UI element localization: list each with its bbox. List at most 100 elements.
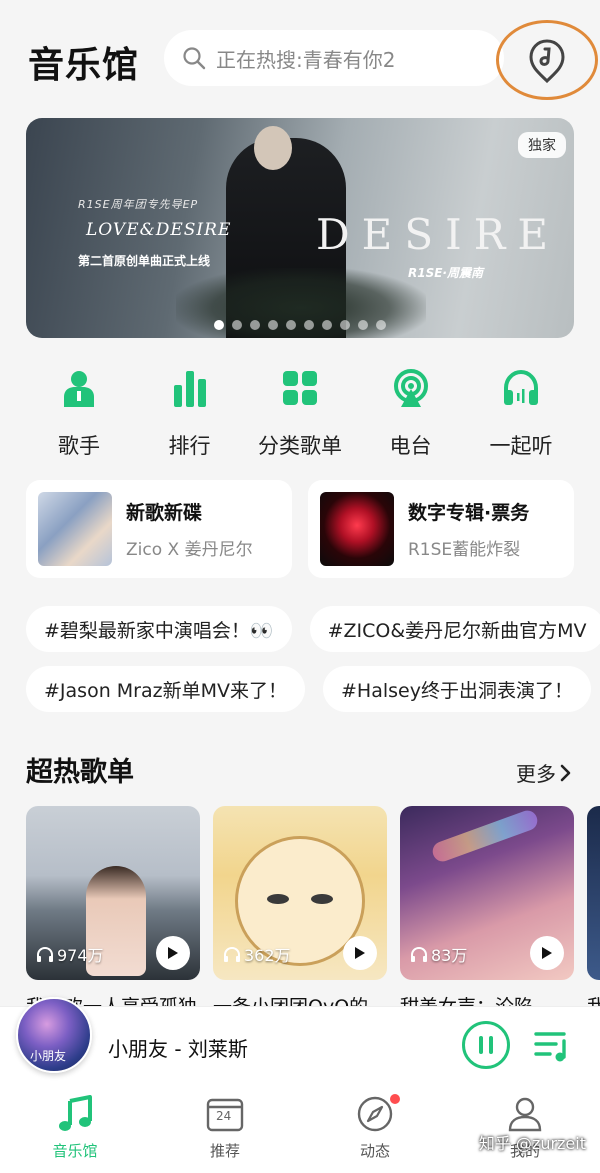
promo-banner[interactable]: R1SE周年团专先导EP LOVE&DESIRE 第二首原创单曲正式上线 DES…: [26, 118, 574, 338]
banner-artist-head: [254, 126, 292, 170]
new-releases-card[interactable]: 新歌新碟 Zico X 姜丹尼尔: [26, 480, 292, 578]
play-icon: [355, 947, 365, 959]
now-playing-disc[interactable]: 小朋友: [16, 997, 92, 1073]
hot-topic-tags: #碧梨最新家中演唱会！👀 #ZICO&姜丹尼尔新曲官方MV #Jason Mra…: [26, 606, 600, 726]
tab-music-hall[interactable]: 音乐馆: [0, 1082, 150, 1173]
section-title: 超热歌单: [26, 757, 134, 788]
play-count-value: 362万: [244, 946, 291, 965]
playlist-queue-icon[interactable]: [534, 1029, 570, 1063]
header: 音乐馆 正在热搜:青春有你2: [0, 0, 600, 110]
pagination-dot: [232, 320, 242, 330]
compass-icon: [355, 1094, 395, 1134]
headphones-icon: [37, 946, 53, 962]
notification-dot: [390, 1094, 400, 1104]
now-playing-title: 小朋友 - 刘莱斯: [108, 1037, 248, 1061]
pagination-dot: [376, 320, 386, 330]
play-count: 83万: [410, 942, 467, 966]
category-nav: 歌手 排行 分类歌单 电台 一起听: [24, 366, 576, 460]
play-count: 974万: [36, 942, 104, 966]
card-subtitle: Zico X 姜丹尼尔: [126, 540, 253, 560]
watermark: 知乎 @zurzeit: [478, 1134, 586, 1153]
feature-cards: 新歌新碟 Zico X 姜丹尼尔 数字专辑·票务 R1SE蓄能炸裂: [26, 480, 574, 578]
card-title: 新歌新碟: [126, 502, 203, 524]
card-title: 数字专辑·票务: [408, 502, 530, 524]
music-recognize-button[interactable]: [496, 20, 598, 100]
pagination-dot: [268, 320, 278, 330]
mini-player[interactable]: 小朋友 小朋友 - 刘莱斯: [0, 997, 600, 1082]
tab-feed[interactable]: 动态: [300, 1082, 450, 1173]
play-button[interactable]: [156, 936, 190, 970]
playlist-cover: 362万: [213, 806, 387, 980]
pagination-dot: [250, 320, 260, 330]
pagination-dot: [358, 320, 368, 330]
play-button[interactable]: [343, 936, 377, 970]
playlist-cover: 83万: [400, 806, 574, 980]
digital-album-artwork: [320, 492, 394, 566]
tag-row: #碧梨最新家中演唱会！👀 #ZICO&姜丹尼尔新曲官方MV: [26, 606, 600, 652]
playlist-item[interactable]: 我: [587, 806, 600, 1019]
card-subtitle: R1SE蓄能炸裂: [408, 540, 521, 560]
chevron-right-icon: [560, 764, 571, 781]
calendar-icon: 24: [205, 1094, 245, 1134]
banner-subtitle-1: R1SE周年团专先导EP: [78, 198, 199, 211]
tab-recommend[interactable]: 24 推荐: [150, 1082, 300, 1173]
more-link[interactable]: 更多: [516, 758, 572, 787]
pagination-dot: [340, 320, 350, 330]
chart-bars-icon: [168, 366, 212, 410]
banner-subtitle-2: LOVE&DESIRE: [86, 220, 232, 240]
tab-label: 音乐馆: [52, 1142, 98, 1160]
banner-pagination: [26, 320, 574, 330]
pause-button[interactable]: [462, 1021, 510, 1069]
play-count-value: 974万: [57, 946, 104, 965]
playlist-cover: 974万: [26, 806, 200, 980]
exclusive-badge: 独家: [518, 132, 566, 158]
play-button[interactable]: [530, 936, 564, 970]
grid-icon: [278, 366, 322, 410]
banner-brand: R1SE·周震南: [408, 266, 483, 280]
category-listen-together[interactable]: 一起听: [466, 366, 576, 460]
playlist-carousel: 974万 我喜欢一人享受孤独 362万 一条小团团OvO的: [26, 806, 600, 1019]
headphones-icon: [411, 946, 427, 962]
topic-tag[interactable]: #Halsey终于出洞表演了！: [322, 666, 591, 712]
category-label: 排行: [168, 434, 211, 458]
category-label: 分类歌单: [258, 434, 342, 458]
headphones-icon: [224, 946, 240, 962]
play-icon: [168, 947, 178, 959]
tab-label: 动态: [359, 1142, 390, 1160]
tab-label: 推荐: [209, 1142, 240, 1160]
category-chart[interactable]: 排行: [135, 366, 245, 460]
category-radio[interactable]: 电台: [356, 366, 466, 460]
playlist-item[interactable]: 362万 一条小团团OvO的: [213, 806, 387, 1019]
pause-icon-bar: [479, 1036, 483, 1054]
topic-tag[interactable]: #Jason Mraz新单MV来了！: [26, 666, 305, 712]
playlist-cover: [587, 806, 600, 980]
user-icon: [505, 1094, 545, 1134]
pause-icon-bar: [489, 1036, 493, 1054]
playlist-item[interactable]: 974万 我喜欢一人享受孤独: [26, 806, 200, 1019]
tab-mine[interactable]: 我的: [450, 1082, 600, 1173]
search-icon: [183, 47, 206, 70]
digital-album-card[interactable]: 数字专辑·票务 R1SE蓄能炸裂: [308, 480, 574, 578]
tag-row: #Jason Mraz新单MV来了！ #Halsey终于出洞表演了！: [26, 666, 600, 712]
playlist-item[interactable]: 83万 甜美女声：沦陷: [400, 806, 574, 1019]
topic-tag[interactable]: #ZICO&姜丹尼尔新曲官方MV: [309, 606, 600, 652]
headphones-icon: [499, 366, 543, 410]
category-label: 歌手: [58, 434, 100, 458]
pagination-dot: [214, 320, 224, 330]
pagination-dot: [286, 320, 296, 330]
bottom-tab-bar: 音乐馆 24 推荐 动态 我的: [0, 1082, 600, 1173]
category-singer[interactable]: 歌手: [24, 366, 134, 460]
pagination-dot: [304, 320, 314, 330]
music-recognize-icon: [529, 39, 565, 83]
category-label: 电台: [389, 434, 432, 458]
radio-icon: [389, 366, 433, 410]
topic-tag[interactable]: #碧梨最新家中演唱会！👀: [26, 606, 292, 652]
calendar-day: 24: [216, 1109, 232, 1123]
category-playlists[interactable]: 分类歌单: [245, 366, 355, 460]
category-label: 一起听: [489, 434, 553, 458]
new-releases-artwork: [38, 492, 112, 566]
search-bar[interactable]: 正在热搜:青春有你2: [164, 30, 504, 86]
banner-subtitle-3: 第二首原创单曲正式上线: [78, 254, 211, 268]
play-count-value: 83万: [431, 946, 468, 965]
play-count: 362万: [223, 942, 291, 966]
